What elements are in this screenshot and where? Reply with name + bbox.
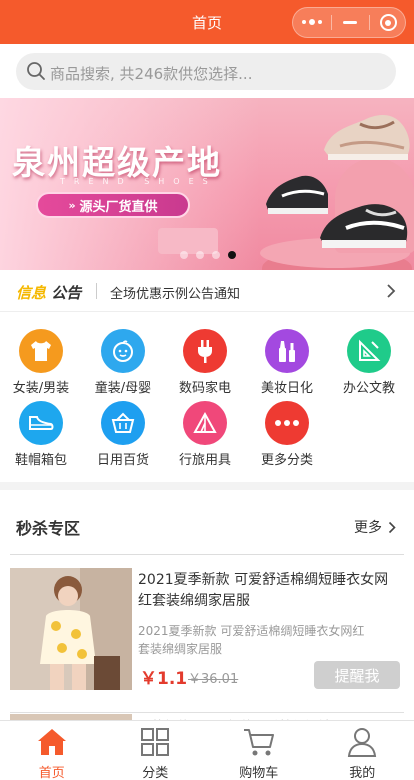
minus-icon [343,21,357,24]
cosmetics-icon [265,329,309,373]
promo-banner[interactable]: 泉州超级产地 TREND SHOES » 源头厂货直供 [0,98,414,270]
search-input[interactable]: 商品搜索, 共246款供您选择... [16,53,396,90]
banner-subtitle: TREND SHOES [60,177,217,186]
indicator-dot[interactable] [180,251,188,259]
tab-label: 分类 [142,766,169,780]
chevron-right-icon [387,284,396,298]
target-icon [379,14,397,31]
category-item[interactable]: 女装/男装 [0,312,82,396]
divider [10,712,404,713]
category-item[interactable]: 鞋帽箱包 [0,392,82,468]
mini-program-capsule [292,7,406,38]
category-item[interactable]: 数码家电 [164,312,246,396]
more-options-button[interactable] [293,8,331,37]
product-card[interactable]: 2021夏季新款 可爱舒适棉绸短睡衣女网红套装绵绸家居服 2021夏季新款 可爱… [10,568,404,690]
notice-brand-a: 信息 [16,284,47,302]
notice-brand-b: 公告 [51,284,82,302]
category-item[interactable]: 美妆日化 [246,312,328,396]
basket-icon [101,401,145,445]
plug-icon [183,329,227,373]
shoe-icon [19,401,63,445]
section-title: 秒杀专区 [16,519,81,538]
category-label: 更多分类 [260,453,313,468]
category-label: 行旅用具 [178,453,231,468]
grid-icon [141,728,170,756]
flash-sale-section: 秒杀专区 更多 2021夏季新款 可爱舒适棉绸短睡衣女网红套装绵绸家居服 202… [0,490,414,735]
close-button[interactable] [369,8,407,37]
sneaker-image [320,204,408,248]
category-item[interactable]: 童装/母婴 [82,312,164,396]
more-icon [265,401,309,445]
navigation-bar: 首页 [0,0,414,44]
minimize-button[interactable] [331,8,369,37]
category-item[interactable]: 办公文教 [328,312,410,396]
more-link[interactable]: 更多 [354,517,396,537]
category-label: 办公文教 [342,381,395,396]
search-area: 商品搜索, 共246款供您选择... [0,44,414,98]
remind-me-button[interactable]: 提醒我 [314,661,400,689]
category-label: 日用百货 [96,453,149,468]
product-description: 2021夏季新款 可爱舒适棉绸短睡衣女网红套装绵绸家居服 [138,624,365,656]
notice-divider [96,283,97,299]
sneaker-image [324,115,410,160]
tab-label: 首页 [38,766,65,780]
ruler-icon [347,329,391,373]
home-icon [37,729,66,755]
baby-icon [101,329,145,373]
banner-indicator [180,251,236,259]
tent-icon [183,401,227,445]
banner-tag-label: 源头厂货直供 [79,199,158,215]
tab-bar: 首页 分类 购物车 我的 [0,720,414,780]
more-dots-icon [302,19,322,25]
category-item[interactable]: 日用百货 [82,392,164,468]
divider [10,554,404,555]
shirt-icon [19,329,63,373]
category-item[interactable]: 行旅用具 [164,392,246,468]
tab-home[interactable]: 首页 [0,721,104,780]
more-label: 更多 [354,520,382,536]
cart-icon [243,729,274,756]
tab-label: 我的 [349,766,376,780]
product-title[interactable]: 2021夏季新款 可爱舒适棉绸短睡衣女网红套装绵绸家居服 [138,570,400,612]
product-image[interactable] [10,568,132,690]
tab-label: 购物车 [239,766,279,780]
double-chevron-icon: » [68,198,76,212]
notice-brand: 信息 公告 [16,282,81,303]
product-original-price: ￥36.01 [188,672,239,687]
category-grid: 女装/男装 童装/母婴 数码家电 美妆日化 办公文教 鞋帽箱包 日用百货 行旅用… [0,312,414,482]
user-icon [348,728,377,757]
product-price: ￥1.1 [140,669,188,689]
chevron-right-icon [388,521,396,533]
notice-bar[interactable]: 信息 公告 全场优惠示例公告通知 [0,270,414,312]
tab-category[interactable]: 分类 [104,721,208,780]
search-placeholder: 商品搜索, 共246款供您选择... [50,65,253,83]
tab-profile[interactable]: 我的 [311,721,414,780]
indicator-dot[interactable] [212,251,220,259]
search-icon [27,62,45,80]
indicator-dot-active[interactable] [228,251,236,259]
notice-text: 全场优惠示例公告通知 [110,287,241,302]
tab-cart[interactable]: 购物车 [207,721,311,780]
category-label: 鞋帽箱包 [14,453,67,468]
category-item[interactable]: 更多分类 [246,392,328,468]
indicator-dot[interactable] [196,251,204,259]
banner-tag: » 源头厂货直供 [36,192,190,218]
